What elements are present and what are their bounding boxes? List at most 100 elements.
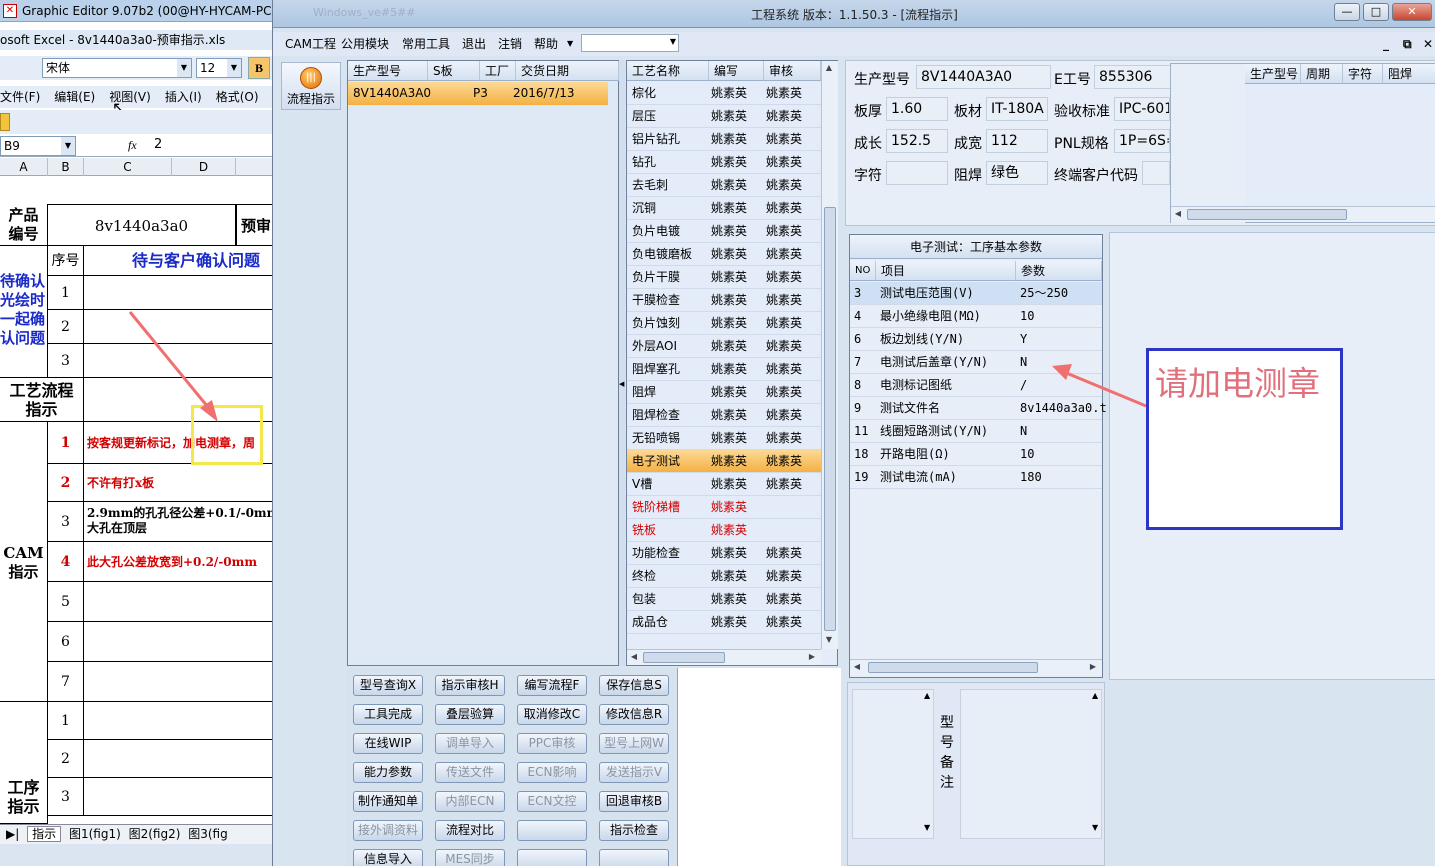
cam-row-text[interactable]	[84, 662, 280, 702]
tab-scroll-icon[interactable]: ▶|	[6, 827, 19, 841]
silkscreen-field[interactable]	[886, 161, 948, 185]
step-row-number[interactable]: 3	[48, 778, 84, 816]
sheet-tab-instructions[interactable]: 指示	[27, 826, 62, 842]
scroll-right-icon[interactable]: ▶	[805, 652, 819, 661]
scroll-left-icon[interactable]: ◀	[850, 662, 864, 671]
cam-row-text[interactable]: 2.9mm的孔孔径公差+0.1/-0mm 大孔在顶层	[84, 502, 280, 542]
action-button[interactable]: PPC审核	[517, 733, 587, 754]
cam-row-number[interactable]: 6	[48, 622, 84, 662]
action-button[interactable]: 信息导入	[353, 849, 423, 866]
pending-row-number[interactable]: 1	[48, 276, 84, 310]
mdi-close-button[interactable]: ✕	[1423, 37, 1433, 51]
process-row[interactable]: V槽 姚素英 姚素英	[627, 473, 821, 496]
excel-menu-edit[interactable]: 编辑(E)	[54, 90, 95, 104]
excel-menu-file[interactable]: 文件(F)	[0, 90, 40, 104]
order-row[interactable]: 8V1440A3A0 P3 2016/7/13	[348, 82, 608, 105]
cam-row-text[interactable]	[84, 582, 280, 622]
chevron-down-icon[interactable]: ▼	[670, 37, 676, 46]
action-button[interactable]: 内部ECN	[435, 791, 505, 812]
menu-combo-box[interactable]: ▼	[581, 34, 679, 52]
action-button[interactable]: MES同步	[435, 849, 505, 866]
process-header-writer[interactable]: 编写	[709, 61, 764, 81]
param-row[interactable]: 4 最小绝缘电阻(MΩ) 10	[850, 305, 1102, 328]
scroll-left-icon[interactable]: ◀	[627, 652, 641, 661]
cam-row-text[interactable]: 此大孔公差放宽到+0.2/-0mm	[84, 542, 280, 582]
action-button[interactable]: 流程对比	[435, 820, 505, 841]
font-size-combo[interactable]: 12 ▼	[196, 58, 242, 78]
column-header-d[interactable]: D	[172, 158, 236, 176]
sheet-tab-fig2[interactable]: 图2(fig2)	[129, 827, 181, 841]
process-row[interactable]: 终检 姚素英 姚素英	[627, 565, 821, 588]
step-row-number[interactable]: 2	[48, 740, 84, 778]
material-field[interactable]: IT-180A	[986, 97, 1048, 121]
product-value-cell[interactable]: 8v1440a3a0	[48, 204, 236, 246]
action-button[interactable]: 发送指示V	[599, 762, 669, 783]
action-button[interactable]: ECN影响	[517, 762, 587, 783]
action-button[interactable]: 指示审核H	[435, 675, 505, 696]
font-name-combo[interactable]: 宋体 ▼	[42, 58, 192, 78]
name-box[interactable]: B9 ▼	[0, 136, 76, 156]
process-row[interactable]: 阻焊 姚素英 姚素英	[627, 381, 821, 404]
mini-header-cycle[interactable]: 周期	[1301, 64, 1343, 84]
scroll-down-icon[interactable]: ▼	[1092, 823, 1098, 832]
process-row[interactable]: 电子测试 姚素英 姚素英	[627, 450, 821, 473]
process-row[interactable]: 干膜检查 姚素英 姚素英	[627, 289, 821, 312]
process-row[interactable]: 外层AOI 姚素英 姚素英	[627, 335, 821, 358]
menu-help[interactable]: 帮助	[534, 32, 558, 56]
solder-mask-field[interactable]: 绿色	[986, 161, 1048, 185]
scroll-thumb[interactable]	[1187, 209, 1347, 220]
mdi-restore-button[interactable]: ⧉	[1403, 37, 1412, 52]
pending-row-number[interactable]: 3	[48, 344, 84, 378]
menu-logout[interactable]: 注销	[498, 32, 522, 56]
process-row[interactable]: 负电镀磨板 姚素英 姚素英	[627, 243, 821, 266]
params-header-value[interactable]: 参数	[1016, 261, 1102, 281]
action-button[interactable]: 在线WIP	[353, 733, 423, 754]
chevron-down-icon[interactable]: ▼	[61, 137, 75, 155]
order-header-factory[interactable]: 工厂	[480, 61, 516, 81]
bold-button[interactable]: B	[248, 57, 270, 79]
width-field[interactable]: 112	[986, 129, 1048, 153]
process-row[interactable]: 层压 姚素英 姚素英	[627, 105, 821, 128]
scroll-up-icon[interactable]: ▲	[924, 691, 930, 700]
action-button[interactable]: 传送文件	[435, 762, 505, 783]
cam-row-number[interactable]: 3	[48, 502, 84, 542]
pending-label-cell[interactable]: 待确认 光绘时 一起确 认问题	[0, 246, 48, 378]
mini-header-model[interactable]: 生产型号	[1245, 64, 1301, 84]
step-row-cell[interactable]	[84, 778, 280, 816]
flow-instruction-nav-button[interactable]: ||| 流程指示	[281, 62, 341, 110]
scroll-right-icon[interactable]: ▶	[1086, 662, 1100, 671]
param-row[interactable]: 3 测试电压范围(V) 25～250	[850, 282, 1102, 305]
sheet-tab-fig1[interactable]: 图1(fig1)	[69, 827, 121, 841]
cam-row-text[interactable]	[84, 622, 280, 662]
end-customer-field[interactable]	[1142, 161, 1170, 185]
column-header-b[interactable]: B	[48, 158, 84, 176]
close-button[interactable]: ✕	[1392, 3, 1432, 21]
process-vertical-scrollbar[interactable]: ▲ ▼	[821, 61, 838, 649]
scroll-thumb[interactable]	[643, 652, 725, 663]
process-row[interactable]: 阻焊检查 姚素英 姚素英	[627, 404, 821, 427]
column-header-c[interactable]: C	[84, 158, 172, 176]
menu-common-modules[interactable]: 公用模块	[341, 32, 389, 56]
action-button[interactable]: 修改信息R	[599, 704, 669, 725]
process-label-cell[interactable]: 工艺流程 指示	[0, 378, 84, 422]
cam-row-number[interactable]: 7	[48, 662, 84, 702]
chevron-down-icon[interactable]: ▼	[177, 59, 191, 77]
sheet-tab-fig3[interactable]: 图3(fig	[188, 827, 228, 841]
action-button[interactable]	[517, 820, 587, 841]
process-row[interactable]: 铣阶梯槽 姚素英	[627, 496, 821, 519]
action-button[interactable]	[517, 849, 587, 866]
action-button[interactable]: 能力参数	[353, 762, 423, 783]
menu-exit[interactable]: 退出	[462, 32, 486, 56]
action-button[interactable]: 保存信息S	[599, 675, 669, 696]
cam-label-cell[interactable]: CAM 指示	[0, 422, 48, 702]
seq-header-cell[interactable]: 序号	[48, 246, 84, 276]
cam-row-number[interactable]: 1	[48, 422, 84, 464]
param-row[interactable]: 6 板边划线(Y/N) Y	[850, 328, 1102, 351]
column-header-a[interactable]: A	[0, 158, 48, 176]
action-button[interactable]: 制作通知单	[353, 791, 423, 812]
chevron-down-icon[interactable]: ▼	[227, 59, 241, 77]
mini-horizontal-scrollbar[interactable]: ◀	[1171, 206, 1435, 222]
action-button[interactable]: 接外调资料	[353, 820, 423, 841]
process-row[interactable]: 铣板 姚素英	[627, 519, 821, 542]
minimize-button[interactable]: —	[1334, 3, 1360, 21]
